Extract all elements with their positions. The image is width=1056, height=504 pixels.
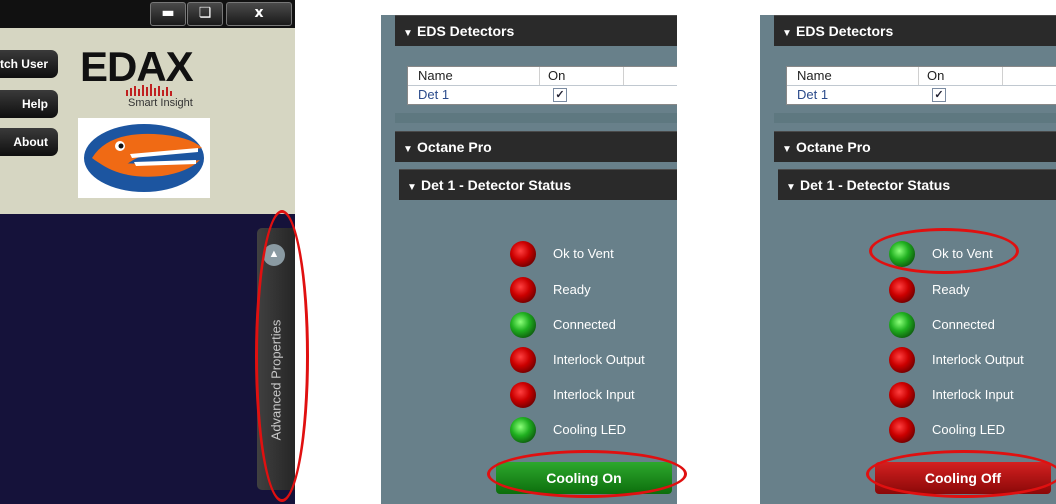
detector-status-title: Det 1 - Detector Status [421,177,572,193]
detector-name-cell[interactable]: Det 1 [797,86,828,104]
help-button[interactable]: Help [0,90,58,118]
connected-label: Connected [553,317,616,332]
column-divider [918,67,919,85]
octane-pro-title: Octane Pro [796,139,871,155]
minimize-icon: ▬ [161,5,175,21]
about-button[interactable]: About [0,128,58,156]
ready-led [889,277,915,303]
detector-table: Name On Det 1 ✓ [786,66,1056,105]
interlock-output-label: Interlock Output [932,352,1024,367]
ok-to-vent-label: Ok to Vent [553,246,614,261]
interlock-input-led [510,382,536,408]
highlight-ring-cooling-on [487,450,687,498]
connected-led [510,312,536,338]
ok-to-vent-led [510,241,536,267]
eds-detectors-header[interactable]: ▼ EDS Detectors [395,15,677,46]
close-button[interactable]: x [226,2,292,26]
florida-gators-logo [78,118,210,198]
column-header-on: On [548,68,566,83]
detector-status-header[interactable]: ▼ Det 1 - Detector Status [399,169,677,200]
detector-on-checkbox[interactable]: ✓ [932,88,946,102]
collapse-icon: ▼ [786,182,796,193]
interlock-output-led [889,347,915,373]
ready-label: Ready [553,282,591,297]
highlight-ring-cooling-off [866,450,1056,498]
eds-detectors-title: EDS Detectors [796,23,894,39]
detector-panel-cooling-on: ▼ EDS Detectors Name On Det 1 ✓ ▼ Octane P… [381,15,677,504]
cooling-led-label: Cooling LED [553,422,626,437]
collapse-icon: ▼ [403,144,413,155]
column-divider [1002,67,1003,85]
edax-logo: EDAX [80,43,194,90]
interlock-output-label: Interlock Output [553,352,645,367]
connected-label: Connected [932,317,995,332]
ready-led [510,277,536,303]
column-header-on: On [927,68,945,83]
column-divider [539,67,540,85]
interlock-input-label: Interlock Input [553,387,635,402]
edax-logo-bars [126,84,172,96]
eds-detectors-header[interactable]: ▼ EDS Detectors [774,15,1056,46]
interlock-output-led [510,347,536,373]
detector-status-title: Det 1 - Detector Status [800,177,951,193]
octane-pro-header[interactable]: ▼ Octane Pro [774,131,1056,162]
minimize-button[interactable]: ▬ [150,2,186,26]
column-header-name: Name [418,68,453,83]
eds-detectors-title: EDS Detectors [417,23,515,39]
switch-user-button[interactable]: tch User [0,50,58,78]
column-header-name: Name [797,68,832,83]
gator-icon [84,124,204,192]
main-window-fragment: ▬ ❏ x tch User Help About EDAX Smart Ins… [0,0,295,504]
detector-on-checkbox[interactable]: ✓ [553,88,567,102]
collapse-icon: ▼ [782,144,792,155]
restore-button[interactable]: ❏ [187,2,223,26]
octane-pro-header[interactable]: ▼ Octane Pro [395,131,677,162]
ready-label: Ready [932,282,970,297]
collapse-icon: ▼ [782,28,792,39]
section-divider [774,113,1056,123]
octane-pro-title: Octane Pro [417,139,492,155]
restore-icon: ❏ [198,5,212,21]
interlock-input-led [889,382,915,408]
connected-led [889,312,915,338]
collapse-icon: ▼ [407,182,417,193]
highlight-ring-ok-to-vent [869,228,1019,274]
highlight-ring-advanced-tab [255,210,309,502]
collapse-icon: ▼ [403,28,413,39]
section-divider [395,113,677,123]
cooling-led-label: Cooling LED [932,422,1005,437]
title-bar: ▬ ❏ x [0,0,295,28]
column-divider [623,67,624,85]
detector-table: Name On Det 1 ✓ [407,66,677,105]
workspace-area [0,214,295,504]
interlock-input-label: Interlock Input [932,387,1014,402]
detector-name-cell[interactable]: Det 1 [418,86,449,104]
close-icon: x [254,5,264,21]
cooling-led [510,417,536,443]
detector-status-header[interactable]: ▼ Det 1 - Detector Status [778,169,1056,200]
cooling-led [889,417,915,443]
edax-tagline: Smart Insight [128,97,193,109]
